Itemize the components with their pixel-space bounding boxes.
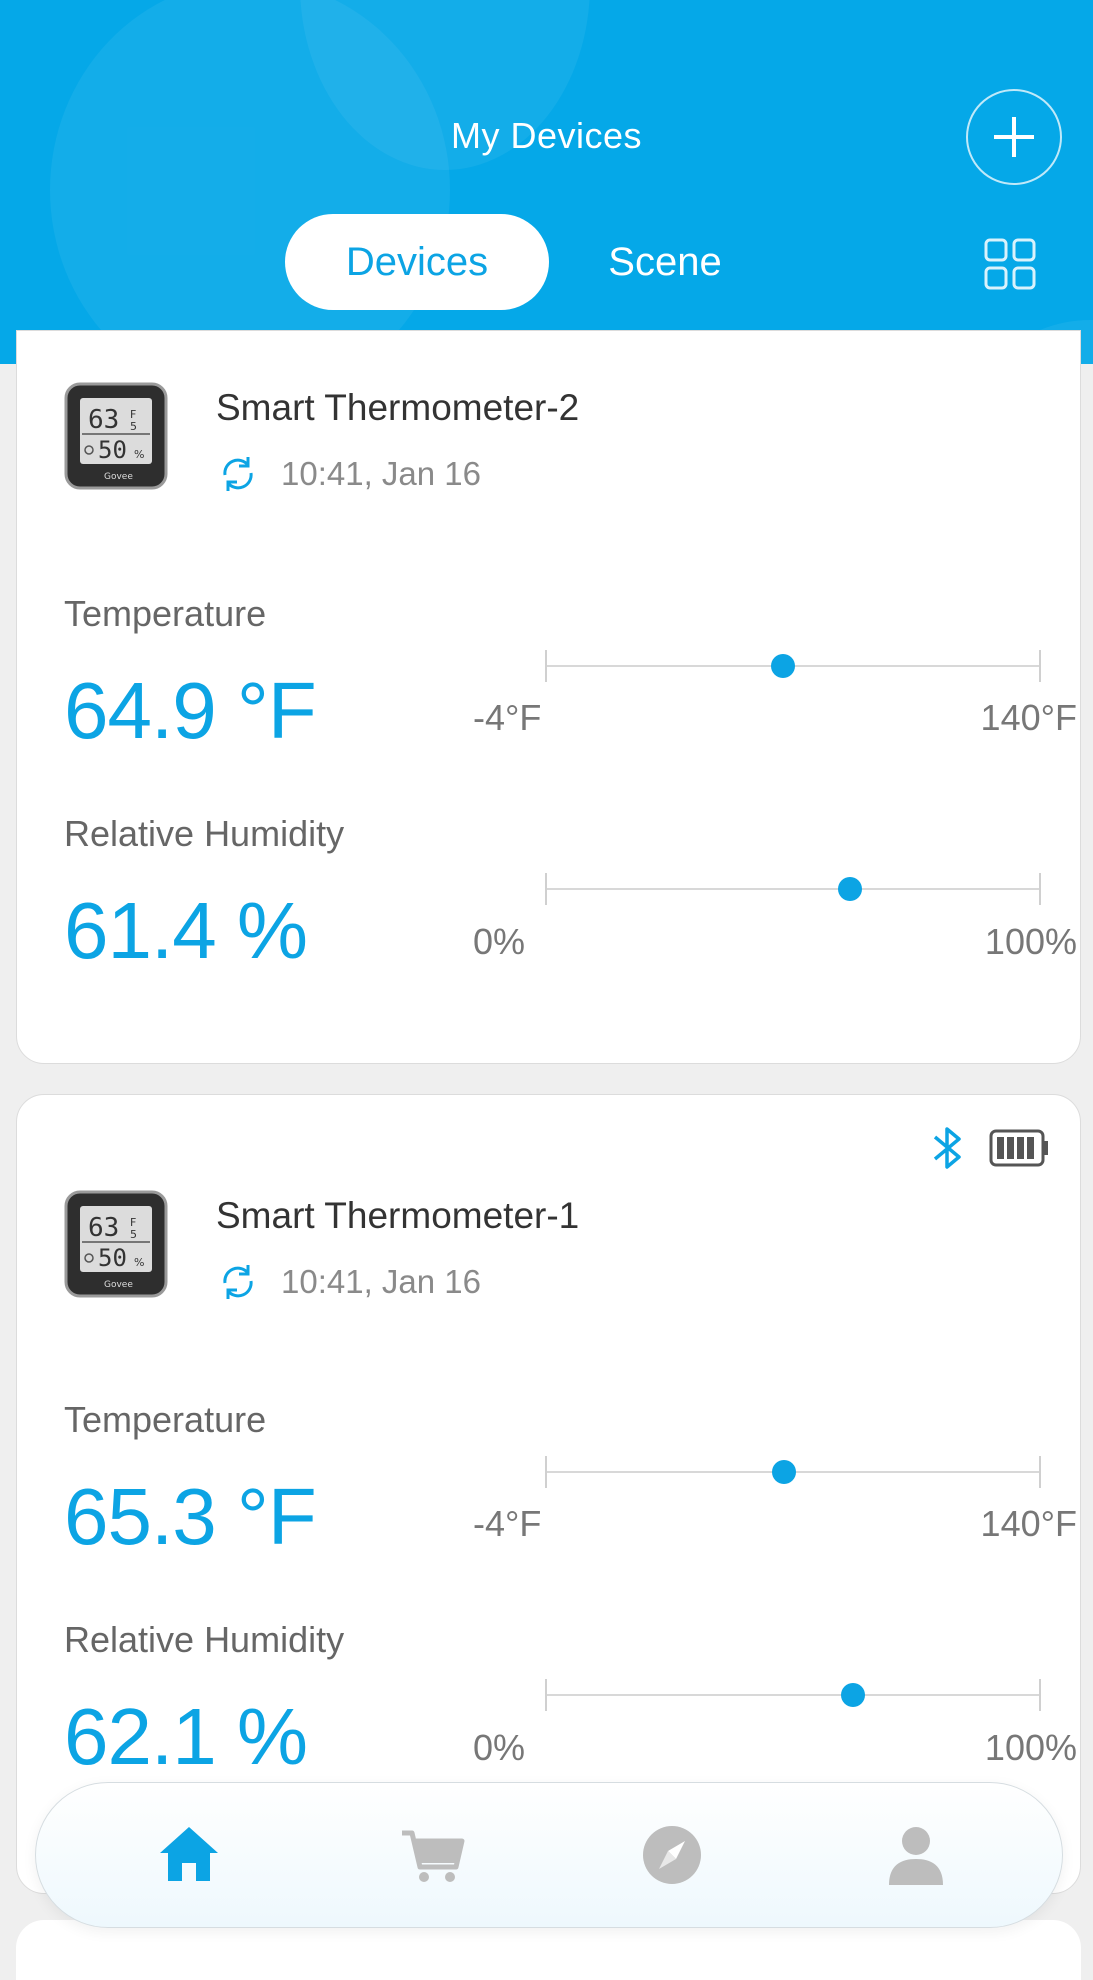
- bottom-navigation: [35, 1782, 1063, 1928]
- svg-text:50: 50: [98, 436, 127, 464]
- humidity-max-label: 100%: [984, 1727, 1077, 1768]
- range-tick: [545, 873, 547, 905]
- humidity-label: Relative Humidity: [64, 1619, 345, 1660]
- humidity-value: 61.4 %: [64, 886, 308, 975]
- temperature-label: Temperature: [64, 593, 267, 634]
- temperature-value: 64.9 °F: [64, 666, 317, 755]
- humidity-range-indicator: [545, 1679, 1041, 1711]
- temperature-min-label: -4°F: [473, 1503, 542, 1544]
- device-card[interactable]: 63 F 5 50 % Govee Smart Thermometer-1 10…: [16, 1094, 1081, 1894]
- range-marker: [841, 1683, 866, 1707]
- svg-text:5: 5: [130, 1228, 137, 1241]
- sync-icon[interactable]: [217, 453, 259, 495]
- humidity-max-label: 100%: [984, 921, 1077, 962]
- compass-icon[interactable]: [637, 1823, 707, 1887]
- battery-full-icon: [989, 1129, 1048, 1167]
- temperature-max-label: 140°F: [980, 697, 1077, 738]
- next-device-card-edge: [16, 1920, 1081, 1980]
- last-sync-time: 10:41, Jan 16: [281, 1263, 481, 1300]
- temperature-max-label: 140°F: [980, 1503, 1077, 1544]
- temperature-range-indicator: [545, 1456, 1041, 1488]
- temperature-value: 65.3 °F: [64, 1472, 317, 1561]
- range-tick: [545, 1679, 547, 1711]
- device-name: Smart Thermometer-1: [216, 1195, 580, 1236]
- humidity-value: 62.1 %: [64, 1692, 308, 1781]
- humidity-min-label: 0%: [473, 1727, 526, 1768]
- humidity-range-indicator: [545, 873, 1041, 905]
- bluetooth-icon: [933, 1127, 961, 1169]
- range-marker: [771, 1460, 796, 1484]
- thermometer-device-thumbnail: 63 F 5 50 % Govee: [64, 1190, 168, 1298]
- range-tick: [545, 650, 547, 682]
- svg-text:5: 5: [130, 420, 137, 433]
- range-marker: [837, 877, 862, 901]
- range-track: [545, 888, 1041, 890]
- range-tick: [1039, 1456, 1041, 1488]
- temperature-range-indicator: [545, 650, 1041, 682]
- humidity-min-label: 0%: [473, 921, 526, 962]
- svg-text:50: 50: [98, 1244, 127, 1272]
- header: My Devices Devices Scene: [0, 0, 1093, 364]
- svg-text:63: 63: [88, 405, 119, 435]
- svg-text:%: %: [134, 1256, 144, 1269]
- range-track: [545, 1694, 1041, 1696]
- range-marker: [771, 654, 796, 678]
- range-tick: [1039, 650, 1041, 682]
- tab-scene[interactable]: Scene: [580, 214, 750, 310]
- range-tick: [1039, 1679, 1041, 1711]
- home-icon[interactable]: [154, 1823, 224, 1887]
- profile-icon[interactable]: [881, 1823, 951, 1887]
- sync-icon[interactable]: [217, 1261, 259, 1303]
- cart-icon[interactable]: [398, 1823, 468, 1887]
- add-device-button[interactable]: [966, 89, 1062, 185]
- svg-text:Govee: Govee: [104, 1280, 133, 1290]
- page-title: My Devices: [450, 115, 643, 156]
- thermometer-device-thumbnail: 63 F 5 50 % Govee: [64, 382, 168, 490]
- tab-devices[interactable]: Devices: [285, 214, 549, 310]
- plus-icon: [994, 117, 1034, 157]
- temperature-min-label: -4°F: [473, 697, 542, 738]
- range-tick: [545, 1456, 547, 1488]
- svg-text:%: %: [134, 448, 144, 461]
- range-tick: [1039, 873, 1041, 905]
- device-card[interactable]: 63 F 5 50 % Govee Smart Thermometer-2 10…: [16, 330, 1081, 1064]
- last-sync-time: 10:41, Jan 16: [281, 455, 481, 492]
- grid-view-icon[interactable]: [984, 238, 1036, 290]
- device-name: Smart Thermometer-2: [216, 387, 580, 428]
- humidity-label: Relative Humidity: [64, 813, 345, 854]
- svg-text:63: 63: [88, 1213, 119, 1243]
- temperature-label: Temperature: [64, 1399, 267, 1440]
- svg-text:Govee: Govee: [104, 472, 133, 482]
